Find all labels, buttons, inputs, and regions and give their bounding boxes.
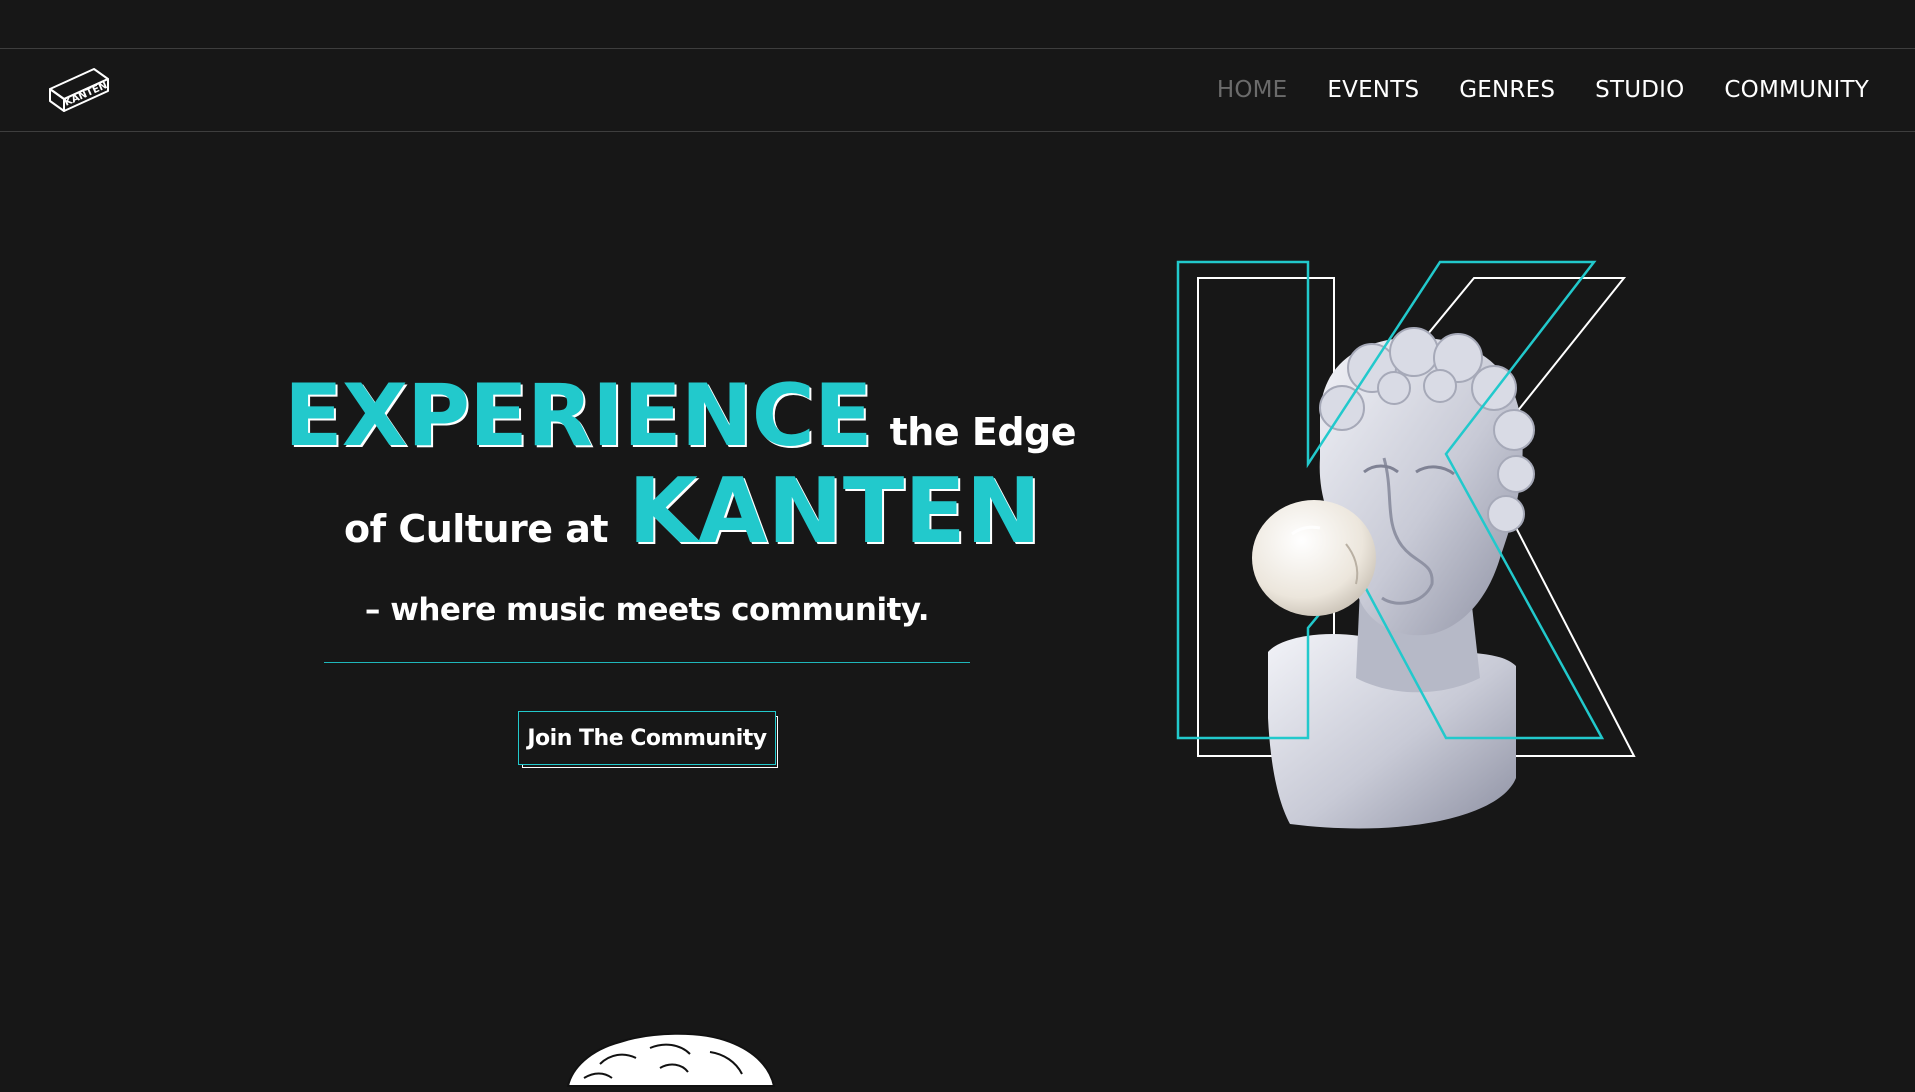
- nav-genres-link[interactable]: GENRES: [1459, 77, 1555, 103]
- nav-community-link[interactable]: COMMUNITY: [1724, 77, 1869, 103]
- nav-studio-link[interactable]: STUDIO: [1595, 77, 1684, 103]
- join-community-button[interactable]: Join The Community: [518, 711, 776, 765]
- logo-svg: KANTEN: [49, 68, 109, 112]
- kanten-logo-icon[interactable]: KANTEN: [46, 65, 112, 117]
- cta-wrapper: Join The Community: [518, 711, 780, 771]
- top-navbar: KANTEN HOME EVENTS GENRES STUDIO COMMUNI…: [0, 48, 1915, 132]
- main-nav: HOME EVENTS GENRES STUDIO COMMUNITY: [1217, 49, 1869, 131]
- hero-divider: [324, 662, 970, 663]
- hero-illustration-svg: [1176, 260, 1636, 829]
- headline-text-the-edge: the Edge: [889, 410, 1077, 454]
- headline-accent-kanten: KANTEN: [628, 459, 1042, 564]
- headline-accent-experience: EXPERIENCE: [284, 366, 873, 466]
- bottom-sketch-svg: [566, 1032, 776, 1087]
- hero-tagline: – where music meets community.: [364, 592, 930, 628]
- bubble-gum: [1252, 500, 1376, 616]
- nav-home-link[interactable]: HOME: [1217, 77, 1288, 103]
- hero-headline-line2: of Culture at KANTEN: [344, 464, 1041, 560]
- statue-bubblegum-k-illustration-icon: [1170, 258, 1640, 844]
- statue-head-line-sketch-icon: [560, 1028, 780, 1088]
- nav-events-link[interactable]: EVENTS: [1327, 77, 1419, 103]
- headline-text-of-culture: of Culture at: [344, 507, 609, 551]
- hero-headline-line1: EXPERIENCE the Edge: [284, 366, 1077, 466]
